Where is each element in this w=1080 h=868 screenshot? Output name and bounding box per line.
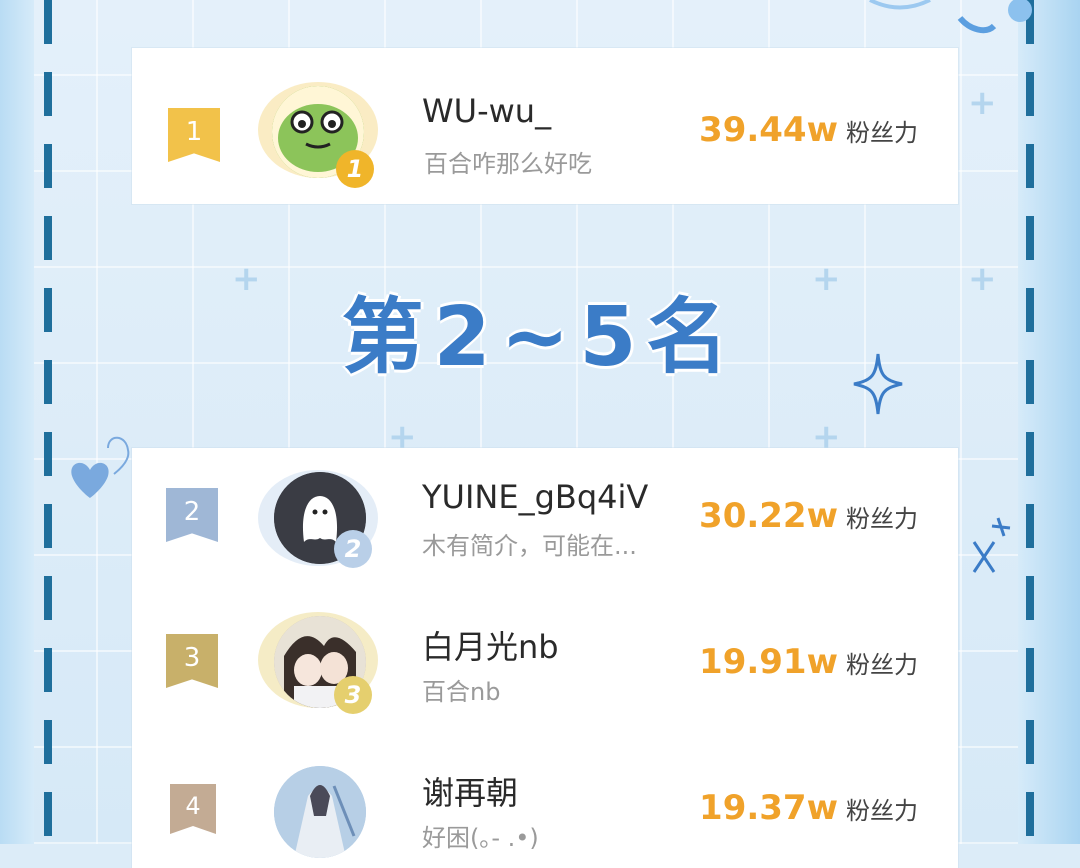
score-value: 39.44w [699,110,838,150]
rank-number: 1 [185,117,203,147]
username[interactable]: 谢再朝 [422,768,518,814]
medal-badge-icon: 3 [334,676,372,714]
plus-decor-icon: + [968,83,997,123]
anime-figure-avatar-icon[interactable] [274,766,366,858]
list-item[interactable]: 2 2 YUINE_gBq4iV 木有简介，可能在... 30.22w 粉丝力 [132,448,958,578]
fan-power-score: 19.37w 粉丝力 [699,788,918,828]
list-item[interactable]: 3 3 白月光nb 百合nb 19.91w 粉丝力 [132,592,958,722]
user-bio: 木有简介，可能在... [422,532,637,560]
username[interactable]: 白月光nb [422,622,559,668]
rank-number: 2 [183,497,201,527]
rank-badge: 4 [170,784,216,834]
score-unit: 粉丝力 [846,797,918,825]
score-value: 30.22w [699,496,838,536]
fan-power-score: 19.91w 粉丝力 [699,642,918,682]
medal-badge-icon: 2 [334,530,372,568]
section-title: 第2~5名 [341,290,739,385]
rank-badge: 2 [166,488,218,542]
fan-power-score: 30.22w 粉丝力 [699,496,918,536]
fan-power-score: 39.44w 粉丝力 [699,110,918,150]
rank-card-first[interactable]: 1 1 WU-wu_ 百合咋那么好吃 39.44w 粉丝力 [132,48,958,204]
rank-badge: 1 [168,108,220,162]
user-bio: 好困(｡- .•) [422,824,539,852]
rank-number: 3 [183,643,201,673]
rank-card-list: 2 2 YUINE_gBq4iV 木有简介，可能在... 30.22w 粉丝力 3 [132,448,958,868]
score-value: 19.91w [699,642,838,682]
score-value: 19.37w [699,788,838,828]
right-dashed-line [1026,0,1034,844]
username[interactable]: YUINE_gBq4iV [422,478,648,516]
rank-number: 4 [185,792,201,820]
sparkle-icon [972,517,1011,573]
username[interactable]: WU-wu_ [422,92,551,130]
left-dashed-line [44,0,52,844]
user-bio: 百合nb [422,678,501,706]
list-item[interactable]: 4 谢再朝 好困(｡- .•) 19.37w 粉丝力 [132,738,958,868]
score-unit: 粉丝力 [846,505,918,533]
left-border-strip [0,0,34,844]
rank-badge: 3 [166,634,218,688]
score-unit: 粉丝力 [846,651,918,679]
score-unit: 粉丝力 [846,119,918,147]
corner-decor-icon [869,0,1032,34]
medal-badge-icon: 1 [336,150,374,188]
user-bio: 百合咋那么好吃 [424,150,592,178]
